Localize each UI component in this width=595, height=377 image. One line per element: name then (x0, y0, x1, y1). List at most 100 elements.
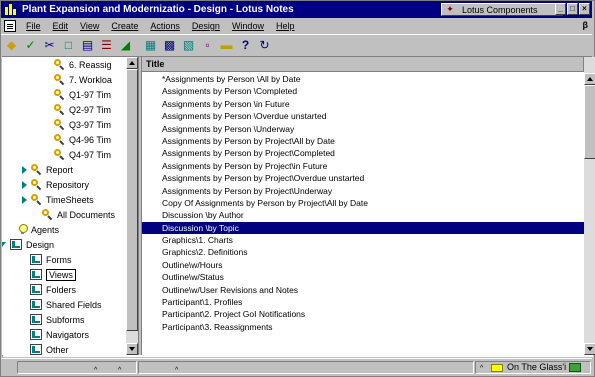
navigator-item[interactable]: 6. Reassig (2, 57, 126, 72)
view-scrollbar[interactable] (584, 57, 595, 355)
navigator-item[interactable]: Repository (2, 177, 126, 192)
twisty-expanded-icon[interactable] (2, 242, 6, 247)
view-row[interactable]: Assignments by Person \Underway (142, 123, 584, 135)
maximize-button[interactable]: □ (567, 3, 578, 15)
navigator-item[interactable]: Q4-97 Tim (2, 147, 126, 162)
navigator-item-label: Agents (31, 224, 60, 235)
navigator-item-label: Repository (46, 179, 90, 190)
navigator-item[interactable]: Folders (2, 282, 126, 297)
navigator-scrollbar[interactable] (126, 57, 138, 355)
properties-icon[interactable]: ▫ (199, 37, 216, 54)
navigator-item[interactable]: Other (2, 342, 126, 355)
location-icon[interactable] (569, 363, 582, 373)
twisty-collapsed-icon[interactable] (22, 195, 27, 204)
status-popup-caret-3: ^ (175, 367, 179, 374)
menu-file[interactable]: File (20, 21, 47, 31)
navigator-item[interactable]: Agents (2, 222, 126, 237)
navigator-icon[interactable]: ◢ (117, 37, 134, 54)
cut-icon[interactable]: ✂ (41, 37, 58, 54)
view-scroll-down-button[interactable] (584, 343, 595, 355)
navigator-item[interactable]: TimeSheets (2, 192, 126, 207)
view-row[interactable]: Outline\w/Hours (142, 259, 584, 271)
paste-icon[interactable]: ▤ (79, 37, 96, 54)
design-element-icon (10, 239, 22, 250)
view-scroll-up-button[interactable] (584, 73, 595, 85)
document-menu-icon[interactable] (4, 20, 16, 32)
menu-bar: File Edit View Create Actions Design Win… (1, 19, 592, 33)
menu-create[interactable]: Create (105, 21, 144, 31)
menu-view[interactable]: View (74, 21, 105, 31)
diamond-icon[interactable]: ◆ (3, 37, 20, 54)
view-magnifier-icon (54, 74, 65, 86)
view-row[interactable]: Outline\w/Status (142, 271, 584, 283)
navigator-scroll-thumb[interactable] (126, 69, 138, 331)
edit-icon[interactable]: ☰ (98, 37, 115, 54)
navigator-item[interactable]: All Documents (2, 207, 126, 222)
navigator-item-label: TimeSheets (46, 194, 94, 205)
navigator-item[interactable]: Design (2, 237, 126, 252)
view-row[interactable]: Discussion \by Author (142, 209, 584, 221)
status-cell-location[interactable]: ^ On The Glass'i (475, 361, 591, 374)
view-row[interactable]: Assignments by Person \Completed (142, 85, 584, 97)
twisty-collapsed-icon[interactable] (22, 165, 27, 174)
view-row[interactable]: Graphics\2. Definitions (142, 246, 584, 258)
view-row[interactable]: Assignments by Person by Project\Overdue… (142, 172, 584, 184)
navigator-scroll-up-button[interactable] (126, 57, 138, 69)
view-row[interactable]: Participant\2. Project GoI Notifications (142, 308, 584, 320)
status-cell-main[interactable]: ^ (138, 361, 474, 374)
navigator-item[interactable]: Shared Fields (2, 297, 126, 312)
navigator-item[interactable]: Views (2, 267, 126, 282)
design-form-icon[interactable]: ▦ (142, 37, 159, 54)
open-folder-icon[interactable]: ▬ (218, 37, 235, 54)
mail-icon[interactable] (491, 363, 503, 372)
navigator-item[interactable]: Q4-96 Tim (2, 132, 126, 147)
view-row[interactable]: Participant\1. Profiles (142, 296, 584, 308)
view-row[interactable]: *Assignments by Person \All by Date (142, 73, 584, 85)
navigator-item[interactable]: 7. Workloa (2, 72, 126, 87)
status-cell-message[interactable]: ^ ^ (17, 361, 137, 374)
menu-help[interactable]: Help (270, 21, 301, 31)
navigator-item[interactable]: Q2-97 Tim (2, 102, 126, 117)
status-bar: ^ ^ ^ ^ On The Glass'i (1, 358, 592, 375)
design-view-icon[interactable]: ▩ (161, 37, 178, 54)
design-folder-icon[interactable]: ▧ (180, 37, 197, 54)
view-row[interactable]: Assignments by Person \Overdue unstarted (142, 110, 584, 122)
view-row[interactable]: Participant\3. Reassignments (142, 321, 584, 333)
view-row[interactable]: Assignments by Person by Project\in Futu… (142, 160, 584, 172)
view-row[interactable]: Assignments by Person by Project\All by … (142, 135, 584, 147)
minimize-button[interactable]: _ (555, 3, 566, 15)
view-row[interactable]: Assignments by Person by Project\Underwa… (142, 185, 584, 197)
navigator-item-label: Views (46, 268, 76, 281)
view-row[interactable]: Assignments by Person by Project\Complet… (142, 147, 584, 159)
navigator-item[interactable]: Q1-97 Tim (2, 87, 126, 102)
copy-icon[interactable]: □ (60, 37, 77, 54)
menu-edit[interactable]: Edit (47, 21, 75, 31)
help-icon[interactable]: ? (237, 37, 254, 54)
navigator-item[interactable]: Navigators (2, 327, 126, 342)
column-header-title[interactable]: Title (142, 57, 584, 72)
close-button[interactable]: × (579, 3, 590, 15)
navigator-item[interactable]: Report (2, 162, 126, 177)
navigator-item[interactable]: Subforms (2, 312, 126, 327)
lotus-notes-app-icon[interactable] (4, 3, 18, 16)
view-row[interactable]: Graphics\1. Charts (142, 234, 584, 246)
document-restore-icon[interactable]: β (583, 20, 589, 30)
navigator-item[interactable]: Forms (2, 252, 126, 267)
menu-design[interactable]: Design (186, 21, 226, 31)
view-row[interactable]: Outline\w/User Revisions and Notes (142, 284, 584, 296)
navigator-item-label: 7. Workloa (69, 74, 112, 85)
location-label: On The Glass'i (507, 362, 567, 372)
navigator-item[interactable]: Q3-97 Tim (2, 117, 126, 132)
title-bar[interactable]: Plant Expansion and Modernizatio - Desig… (1, 1, 592, 18)
navigator-scroll-down-button[interactable] (126, 343, 138, 355)
view-scroll-thumb[interactable] (584, 85, 595, 159)
refresh-icon[interactable]: ↻ (256, 37, 273, 54)
lotus-components-button[interactable]: ✦ Lotus Components (441, 3, 563, 16)
menu-actions[interactable]: Actions (144, 21, 186, 31)
menu-window[interactable]: Window (226, 21, 270, 31)
twisty-collapsed-icon[interactable] (22, 180, 27, 189)
view-row[interactable]: Assignments by Person \in Future (142, 98, 584, 110)
smarticon-icon[interactable]: ✓ (22, 37, 39, 54)
view-row[interactable]: Copy Of Assignments by Person by Project… (142, 197, 584, 209)
selected-view-row[interactable]: Discussion \by Topic (142, 221, 584, 235)
